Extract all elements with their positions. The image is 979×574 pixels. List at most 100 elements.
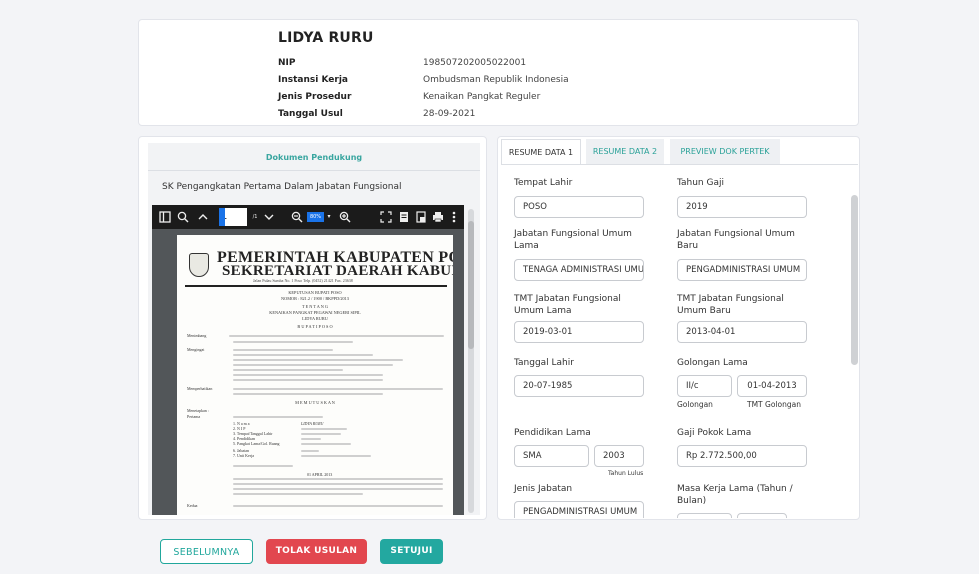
label-tempat-lahir: Tempat Lahir <box>514 178 573 188</box>
label-golongan-lama: Golongan Lama <box>677 358 748 368</box>
chevron-down-icon[interactable] <box>262 208 276 226</box>
tahun-lulus-field[interactable]: 2003 <box>594 445 644 467</box>
zoom-out-icon[interactable] <box>290 208 304 226</box>
tmt-baru-field[interactable]: 2013-04-01 <box>677 321 807 343</box>
download-icon[interactable] <box>414 208 428 226</box>
decision-date: 01 APRIL 2013 <box>307 472 333 477</box>
text-line <box>233 341 353 343</box>
decision-tentang: T E N T A N G <box>301 304 329 309</box>
resume-form: Tempat Lahir POSO Tahun Gaji 2019 Jabata… <box>501 164 858 518</box>
info-label: NIP <box>278 58 296 68</box>
page-number-input[interactable]: 1 <box>219 208 247 226</box>
tanggal-lahir-field[interactable]: 20-07-1985 <box>514 375 644 397</box>
fit-page-icon[interactable] <box>379 208 393 226</box>
document-panel: Dokumen Pendukung SK Pengangkatan Pertam… <box>138 136 487 520</box>
label-masa-kerja: Masa Kerja Lama (Tahun / Bulan) <box>677 484 793 506</box>
document-title: SK Pengangkatan Pertama Dalam Jabatan Fu… <box>162 182 402 192</box>
jabatan-lama-field[interactable]: TENAGA ADMINISTRASI UMUM <box>514 259 644 281</box>
masa-kerja-bulan-field[interactable]: 8 <box>737 513 787 518</box>
tab-preview-dok-pertek[interactable]: PREVIEW DOK PERTEK <box>670 139 780 164</box>
reject-button[interactable]: TOLAK USULAN <box>266 539 367 564</box>
text-line <box>233 388 443 390</box>
tmt-golongan-caption: TMT Golongan <box>747 400 801 409</box>
text-line <box>301 450 319 452</box>
info-value: 28-09-2021 <box>423 109 476 119</box>
more-icon[interactable] <box>448 208 460 226</box>
text-line <box>233 393 383 395</box>
pdf-toolbar: 1 /1 80% ▾ <box>152 205 464 229</box>
document-content: SK Pengangkatan Pertama Dalam Jabatan Fu… <box>148 171 480 515</box>
scrollbar-thumb[interactable] <box>468 221 474 349</box>
golongan-field[interactable]: II/c <box>677 375 732 397</box>
text-line <box>233 416 323 418</box>
text-line <box>301 443 351 445</box>
decision-number: NOMOR : 821.2 / 1900 / BKPPD/2013 <box>281 296 349 301</box>
info-label: Instansi Kerja <box>278 75 348 85</box>
label-jenis-jabatan: Jenis Jabatan <box>514 484 573 494</box>
approve-button[interactable]: SETUJUI <box>380 539 443 564</box>
search-icon[interactable] <box>176 208 190 226</box>
info-label: Jenis Prosedur <box>278 92 352 102</box>
resume-panel: RESUME DATA 1 RESUME DATA 2 PREVIEW DOK … <box>497 136 860 520</box>
text-line <box>233 349 333 351</box>
chevron-up-icon[interactable] <box>196 208 210 226</box>
text-line <box>233 354 373 356</box>
pendidikan-field[interactable]: SMA <box>514 445 589 467</box>
label-tmt-baru: TMT Jabatan Fungsional Umum Baru <box>677 294 784 316</box>
info-value: Ombudsman Republik Indonesia <box>423 75 569 85</box>
tab-resume-data-2[interactable]: RESUME DATA 2 <box>586 139 664 164</box>
tab-resume-data-1[interactable]: RESUME DATA 1 <box>501 139 581 164</box>
text-line <box>233 493 363 495</box>
tmt-golongan-field[interactable]: 01-04-2013 <box>737 375 807 397</box>
text-line <box>233 478 443 480</box>
pdf-viewport[interactable]: PEMERINTAH KABUPATEN POSO SEKRETARIAT DA… <box>152 229 464 515</box>
section-kedua: Kedua <box>187 503 198 508</box>
text-line <box>301 428 347 430</box>
jenis-jabatan-field[interactable]: PENGADMINISTRASI UMUM <box>514 501 644 518</box>
section-pertama: Pertama <box>187 414 201 419</box>
zoom-level[interactable]: 80% <box>307 212 324 222</box>
info-value: Kenaikan Pangkat Reguler <box>423 92 541 102</box>
info-label: Tanggal Usul <box>278 109 343 119</box>
tab-dokumen-pendukung[interactable]: Dokumen Pendukung <box>148 143 480 171</box>
golongan-caption: Golongan <box>677 400 713 409</box>
label-gaji-pokok: Gaji Pokok Lama <box>677 428 752 438</box>
jabatan-baru-field[interactable]: PENGADMINISTRASI UMUM <box>677 259 807 281</box>
tempat-lahir-field[interactable]: POSO <box>514 196 644 218</box>
text-line <box>229 335 444 337</box>
decision-official: B U P A T I P O S O <box>297 324 333 329</box>
zoom-in-icon[interactable] <box>338 208 352 226</box>
text-line <box>233 374 383 376</box>
label-tanggal-lahir: Tanggal Lahir <box>514 358 574 368</box>
resume-scrollbar[interactable] <box>851 195 858 365</box>
field-unit: 7. Unit Kerja <box>233 453 254 458</box>
zoom-dropdown-icon[interactable]: ▾ <box>325 208 333 226</box>
sidebar-icon[interactable] <box>158 208 172 226</box>
tahun-gaji-field[interactable]: 2019 <box>677 196 807 218</box>
label-pendidikan: Pendidikan Lama <box>514 428 591 438</box>
label-tahun-gaji: Tahun Gaji <box>677 178 724 188</box>
masa-kerja-tahun-field[interactable]: 16 <box>677 513 732 518</box>
gaji-pokok-field[interactable]: Rp 2.772.500,00 <box>677 445 807 467</box>
letterhead-address: Jalan Pulau Sumba No. 1 Poso Telp. (0452… <box>253 278 353 283</box>
label-jabatan-baru: Jabatan Fungsional Umum Baru <box>677 229 795 251</box>
text-line <box>301 455 371 457</box>
document-icon[interactable] <box>397 208 411 226</box>
text-line <box>233 364 393 366</box>
tmt-lama-field[interactable]: 2019-03-01 <box>514 321 644 343</box>
previous-button[interactable]: SEBELUMNYA <box>160 539 253 564</box>
employee-name: LIDYA RURU <box>278 30 374 46</box>
tahun-lulus-caption: Tahun Lulus <box>608 470 644 477</box>
section-mengingat: Mengingat <box>187 347 205 352</box>
field-pangkat: 5. Pangkat Lama/Gol. Ruang <box>233 441 280 446</box>
page-total: /1 <box>252 214 258 220</box>
field-nama-value: LIDYA RURU <box>301 421 324 426</box>
print-icon[interactable] <box>431 208 445 226</box>
decision-heading: KEPUTUSAN BUPATI POSO <box>288 290 342 295</box>
label-jabatan-lama: Jabatan Fungsional Umum Lama <box>514 229 632 251</box>
pdf-page: PEMERINTAH KABUPATEN POSO SEKRETARIAT DA… <box>177 235 453 515</box>
text-line <box>301 438 321 440</box>
document-scrollbar[interactable] <box>468 209 474 513</box>
decision-subject: KENAIKAN PANGKAT PEGAWAI NEGERI SIPIL <box>269 310 361 315</box>
memutuskan-heading: M E M U T U S K A N <box>295 400 335 405</box>
